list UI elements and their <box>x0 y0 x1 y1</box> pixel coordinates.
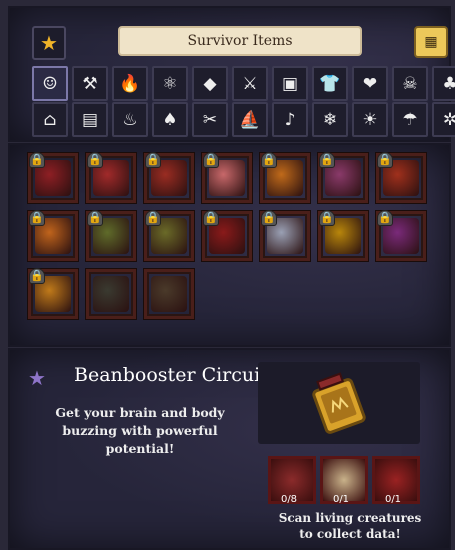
filter-atom[interactable]: ⚛ <box>152 66 188 101</box>
filter-crossed-swords[interactable]: ⚔ <box>232 66 268 101</box>
item-detail-panel: ★ Beanbooster Circuit Get your brain and… <box>8 348 451 550</box>
page-title: Survivor Items <box>118 26 362 56</box>
filter-boat[interactable]: ⛵ <box>232 102 268 137</box>
lock-icon: 🔒 <box>29 152 45 168</box>
item-slot[interactable]: 🔒 <box>85 152 137 204</box>
item-slot[interactable]: 🔒 <box>27 210 79 262</box>
lock-icon: 🔒 <box>319 210 335 226</box>
atom-icon: ⚛ <box>162 73 178 94</box>
filter-heart[interactable]: ❤ <box>352 66 388 101</box>
filter-gear-flower[interactable]: ✲ <box>432 102 455 137</box>
filter-mushroom[interactable]: ♣ <box>432 66 455 101</box>
item-grid: 🔒 🔒 🔒 🔒 🔒 🔒 🔒 🔒 🔒 🔒 🔒 🔒 🔒 🔒 🔒 <box>8 143 451 347</box>
snowflake-icon: ❄ <box>322 109 338 130</box>
umbrella-icon: ☂ <box>402 109 418 130</box>
filter-face[interactable]: ☺ <box>32 66 68 101</box>
grid-view-button[interactable]: ▦ <box>414 26 448 58</box>
filter-panel: ★ Survivor Items ▦ ☺ ⚒ 🔥 ⚛ ◆ ⚔ ▣ 👕 ❤ ☠ ♣ ⌂ ▤ ♨ ♠ ✂ ⛵ ♪ ❄ ☀… <box>8 6 455 142</box>
filter-house[interactable]: ⌂ <box>32 102 68 137</box>
filter-pot[interactable]: ♨ <box>112 102 148 137</box>
item-icon <box>93 276 129 312</box>
item-slot[interactable]: 🔒 <box>375 152 427 204</box>
filter-tools[interactable]: ✂ <box>192 102 228 137</box>
scan-hint: Scan living creatures to collect data! <box>278 511 422 541</box>
lock-icon: 🔒 <box>377 210 393 226</box>
gear-flower-icon: ✲ <box>442 109 455 130</box>
filter-fire[interactable]: 🔥 <box>112 66 148 101</box>
item-slot[interactable]: 🔒 <box>317 152 369 204</box>
lock-icon: 🔒 <box>203 210 219 226</box>
filter-umbrella[interactable]: ☂ <box>392 102 428 137</box>
ingredient-count: 0/8 <box>280 494 298 505</box>
circuit-icon <box>312 372 366 434</box>
item-preview <box>258 362 420 444</box>
grid-icon: ▦ <box>424 34 438 50</box>
item-name: Beanbooster Circuit <box>74 364 268 386</box>
item-slot[interactable] <box>85 268 137 320</box>
item-icon <box>151 276 187 312</box>
diamond-icon: ◆ <box>203 73 217 94</box>
filter-skull[interactable]: ☠ <box>392 66 428 101</box>
lock-icon: 🔒 <box>377 152 393 168</box>
shirt-icon: 👕 <box>319 73 341 94</box>
item-slot[interactable]: 🔒 <box>317 210 369 262</box>
lock-icon: 🔒 <box>145 152 161 168</box>
ingredient-count: 0/1 <box>332 494 350 505</box>
lock-icon: 🔒 <box>261 210 277 226</box>
skull-icon: ☠ <box>402 73 418 94</box>
filter-sun[interactable]: ☀ <box>352 102 388 137</box>
lock-icon: 🔒 <box>261 152 277 168</box>
lock-icon: 🔒 <box>319 152 335 168</box>
item-slot[interactable]: 🔒 <box>259 152 311 204</box>
item-slot[interactable] <box>143 268 195 320</box>
mushroom-icon: ♣ <box>442 73 455 94</box>
lock-icon: 🔒 <box>87 152 103 168</box>
filter-sapling[interactable]: ♠ <box>152 102 188 137</box>
page-title-text: Survivor Items <box>187 33 293 49</box>
filter-snowflake[interactable]: ❄ <box>312 102 348 137</box>
chest-icon: ▤ <box>81 109 99 130</box>
item-slot[interactable]: 🔒 <box>375 210 427 262</box>
lock-icon: 🔒 <box>29 210 45 226</box>
fire-icon: 🔥 <box>119 73 141 94</box>
item-slot[interactable]: 🔒 <box>201 152 253 204</box>
item-slot[interactable]: 🔒 <box>143 152 195 204</box>
sapling-icon: ♠ <box>162 109 178 130</box>
filter-bird[interactable]: ♪ <box>272 102 308 137</box>
axe-pickaxe-icon: ⚒ <box>82 73 98 94</box>
lock-icon: 🔒 <box>145 210 161 226</box>
item-slot[interactable]: 🔒 <box>143 210 195 262</box>
filter-armor[interactable]: ▣ <box>272 66 308 101</box>
item-slot[interactable]: 🔒 <box>259 210 311 262</box>
item-slot[interactable]: 🔒 <box>201 210 253 262</box>
filter-axe-pickaxe[interactable]: ⚒ <box>72 66 108 101</box>
item-description: Get your brain and body buzzing with pow… <box>55 405 225 456</box>
item-slot[interactable]: 🔒 <box>27 268 79 320</box>
filter-chest[interactable]: ▤ <box>72 102 108 137</box>
tools-icon: ✂ <box>202 109 218 130</box>
crossed-swords-icon: ⚔ <box>242 73 258 94</box>
filter-shirt[interactable]: 👕 <box>312 66 348 101</box>
favorites-button[interactable]: ★ <box>32 26 66 60</box>
filter-diamond[interactable]: ◆ <box>192 66 228 101</box>
ingredient-count: 0/1 <box>384 494 402 505</box>
item-slot[interactable]: 🔒 <box>27 152 79 204</box>
heart-icon: ❤ <box>362 73 378 94</box>
bird-icon: ♪ <box>284 109 296 130</box>
item-slot[interactable]: 🔒 <box>85 210 137 262</box>
lock-icon: 🔒 <box>29 268 45 284</box>
armor-icon: ▣ <box>281 73 299 94</box>
filter-row-1: ☺ ⚒ 🔥 ⚛ ◆ ⚔ ▣ 👕 ❤ ☠ ♣ <box>32 66 455 101</box>
star-icon[interactable]: ★ <box>28 366 46 390</box>
filter-row-2: ⌂ ▤ ♨ ♠ ✂ ⛵ ♪ ❄ ☀ ☂ ✲ <box>32 102 455 137</box>
lock-icon: 🔒 <box>87 210 103 226</box>
pot-icon: ♨ <box>122 109 138 130</box>
sun-icon: ☀ <box>362 109 378 130</box>
face-icon: ☺ <box>42 73 58 94</box>
house-icon: ⌂ <box>43 109 57 130</box>
lock-icon: 🔒 <box>203 152 219 168</box>
boat-icon: ⛵ <box>239 109 261 130</box>
star-icon: ★ <box>40 31 58 55</box>
